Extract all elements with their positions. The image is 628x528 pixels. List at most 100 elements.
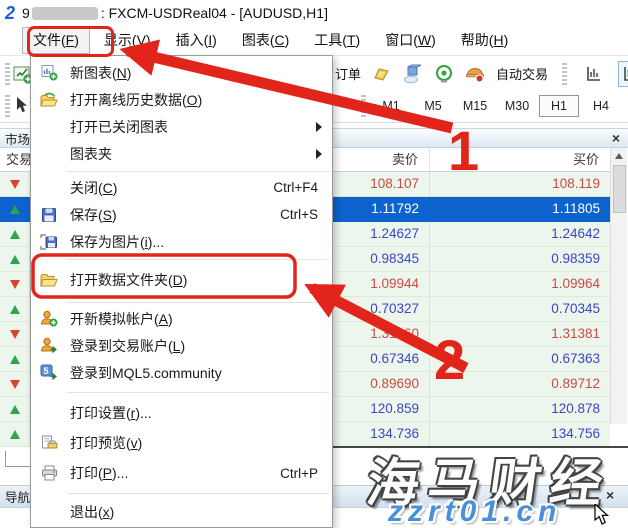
autotrading-button[interactable]: 自动交易 [496,64,548,83]
sell-price: 1.24627 [333,222,430,246]
timeframe-button-h1[interactable]: H1 [539,95,579,117]
menubar-item-6[interactable]: 帮助(H) [450,27,519,54]
navigator-title: 导航 [0,487,32,506]
menu-icon-placeholder [37,502,61,522]
toolbar-grip[interactable] [361,95,366,117]
file-menu-item[interactable]: 保存(S) Ctrl+S [31,201,332,228]
sell-price: 0.98345 [333,247,430,271]
file-menu-item[interactable]: 打开已关闭图表 [31,113,332,140]
timeframe-button-d1[interactable]: D1 [623,95,628,117]
menubar-item-1[interactable]: 显示(V) [93,27,162,54]
file-menu-item[interactable]: 打印设置(r)... [31,398,332,428]
market-cube-icon[interactable] [403,64,423,84]
timeframe-button-h4[interactable]: H4 [581,95,621,117]
save-icon [37,205,61,225]
trend-arrow-cell [0,372,30,396]
trend-arrow-cell [0,347,30,371]
menubar-item-3[interactable]: 图表(C) [231,27,300,54]
file-menu-item[interactable]: 打开数据文件夹(D) [31,262,332,298]
trend-arrow-cell [0,422,30,446]
file-menu-item[interactable]: 打印(P)... Ctrl+P [31,458,332,488]
sell-price: 108.107 [333,172,430,196]
file-menu-item[interactable]: 关闭(C) Ctrl+F4 [31,174,332,201]
file-menu-item[interactable]: 打开离线历史数据(O) [31,86,332,113]
sell-price: 0.70327 [333,297,430,321]
submenu-arrow-icon [316,122,322,132]
menubar-item-0[interactable]: 文件(F) [22,27,90,54]
menu-icon-placeholder [37,403,61,423]
file-menu-dropdown: 新图表(N) 打开离线历史数据(O) 打开已关闭图表 图表夹 关闭(C) Ctr… [30,55,333,528]
scrollbar-thumb[interactable] [613,165,626,213]
toolbar-grip[interactable] [5,95,10,117]
signals-icon[interactable] [434,64,454,84]
file-menu-item[interactable]: 5 登录到MQL5.community [31,359,332,386]
blurred-account-box [32,7,98,20]
menu-separator [31,488,332,498]
toolbar-grip[interactable] [562,63,567,85]
file-menu-item[interactable]: 打印预览(v) [31,428,332,458]
trend-arrow-cell [0,272,30,296]
file-menu-item[interactable]: 新图表(N) [31,59,332,86]
timeframe-button-m15[interactable]: M15 [455,95,495,117]
buy-price: 0.70345 [430,297,610,321]
new-chart-icon [37,63,61,83]
menubar-item-2[interactable]: 插入(I) [165,27,228,54]
menu-separator [31,167,332,174]
file-menu-item[interactable]: 退出(x) [31,498,332,525]
menu-icon-placeholder [37,178,61,198]
bar-chart-mode-icon[interactable] [581,61,607,87]
trend-arrow-cell [0,247,30,271]
new-order-button[interactable]: 订单 [335,64,361,83]
buy-price: 1.31381 [430,322,610,346]
title-bar: 2 9 : FXCM-USDReal04 - [AUDUSD,H1] [0,0,628,26]
menu-separator [31,298,332,305]
chevron-down-icon[interactable] [342,103,352,109]
market-watch-tab-sliver[interactable] [5,451,31,467]
trend-arrow-cell [0,322,30,346]
arrow-up-icon [10,405,20,414]
profiles-icon[interactable] [372,64,392,84]
timeframe-button-m1[interactable]: M1 [371,95,411,117]
mt4-window: 2 9 : FXCM-USDReal04 - [AUDUSD,H1] 文件(F)… [0,0,628,528]
arrow-down-icon [10,330,20,339]
sell-column-header[interactable]: 卖价 [333,148,430,171]
buy-price: 0.98359 [430,247,610,271]
close-icon[interactable]: × [606,487,614,503]
arrow-up-icon [10,205,20,214]
buy-column-header[interactable]: 买价 [430,148,610,171]
sell-price: 120.859 [333,397,430,421]
menubar-item-4[interactable]: 工具(T) [303,27,371,54]
close-icon[interactable]: × [612,131,620,145]
account-number: 9 [22,5,30,21]
print-icon [37,463,61,483]
trend-arrow-cell [0,297,30,321]
arrow-up-icon [10,230,20,239]
menu-shortcut: Ctrl+F4 [273,180,322,195]
trend-arrow-cell [0,172,30,196]
toolbar-grip[interactable] [5,63,10,85]
timeframe-button-m5[interactable]: M5 [413,95,453,117]
file-menu-item[interactable]: 登录到交易账户(L) [31,332,332,359]
timeframe-button-m30[interactable]: M30 [497,95,537,117]
file-menu-item[interactable]: 保存为图片(i)... [31,228,332,255]
file-menu-item[interactable]: 开新模拟帐户(A) [31,305,332,332]
file-menu-item[interactable]: 图表夹 [31,140,332,167]
scroll-up-icon[interactable] [611,148,627,164]
menu-bar: 文件(F)显示(V)插入(I)图表(C)工具(T)窗口(W)帮助(H) [0,26,628,55]
market-shop-icon[interactable] [465,64,485,84]
menu-icon-placeholder [37,144,61,164]
arrow-up-icon [10,255,20,264]
open-offline-icon [37,90,61,110]
scrollbar[interactable] [610,148,627,424]
arrow-up-icon [10,305,20,314]
menubar-item-5[interactable]: 窗口(W) [374,27,447,54]
menu-separator [31,255,332,262]
arrow-up-icon [10,355,20,364]
menu-separator [31,386,332,398]
candlestick-mode-icon[interactable] [618,61,628,87]
sell-price: 1.11792 [333,197,430,221]
arrow-up-icon [10,430,20,439]
mt4-logo-icon: 2 [5,4,15,22]
mql5-icon: 5 [37,363,61,383]
watermark-url: zzrt01.cn [388,495,561,528]
